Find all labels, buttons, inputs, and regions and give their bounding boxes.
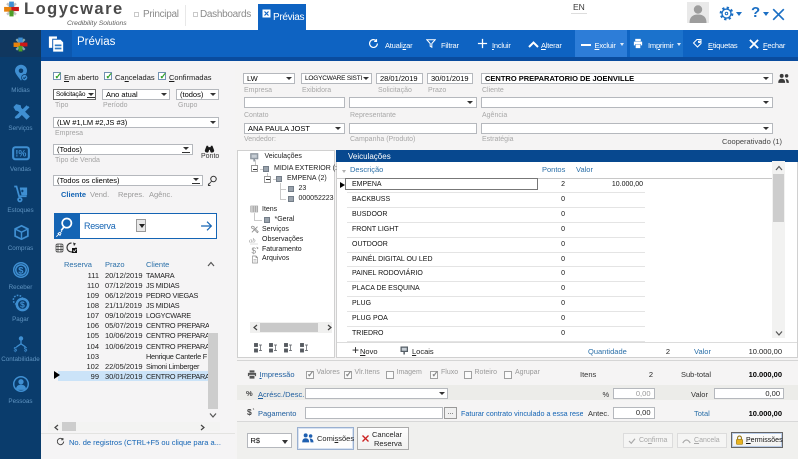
svg-text:$: $ — [20, 300, 25, 310]
svg-text:%: % — [246, 389, 253, 398]
svg-text:$: $ — [14, 348, 18, 353]
svg-text:$: $ — [18, 265, 24, 275]
svg-text:$: $ — [24, 348, 28, 353]
svg-text:$: $ — [251, 246, 256, 255]
svg-text:ab: ab — [249, 238, 256, 245]
svg-text:!%: !% — [15, 149, 26, 159]
svg-text:$: $ — [247, 407, 252, 417]
